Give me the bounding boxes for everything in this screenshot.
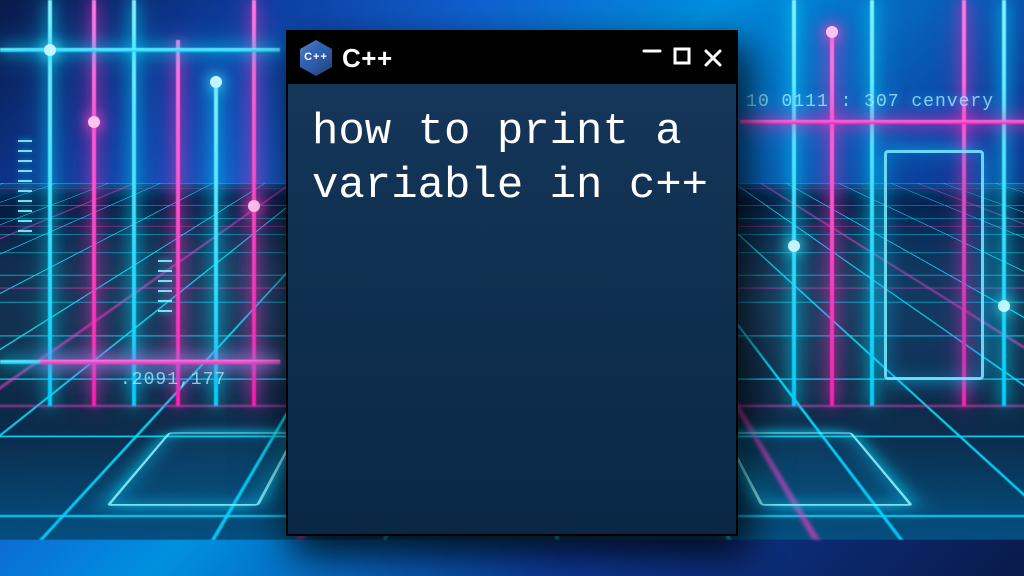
close-icon bbox=[702, 47, 724, 69]
neon-line bbox=[1002, 0, 1006, 406]
neon-line bbox=[48, 0, 52, 406]
neon-node bbox=[248, 200, 260, 212]
decorative-code-text: 10 0111 : 307 cenvery bbox=[746, 92, 994, 112]
ruler-ticks bbox=[158, 260, 172, 312]
ruler-ticks bbox=[18, 140, 32, 232]
maximize-icon bbox=[672, 46, 692, 66]
close-button[interactable] bbox=[702, 47, 724, 69]
neon-line bbox=[132, 0, 136, 406]
console-window: C++ C++ how to print a variable bbox=[286, 30, 738, 536]
neon-node bbox=[998, 300, 1010, 312]
maximize-button[interactable] bbox=[672, 46, 692, 70]
neon-node bbox=[44, 44, 56, 56]
neon-node bbox=[826, 26, 838, 38]
neon-line bbox=[214, 80, 218, 406]
console-content: how to print a variable in c++ bbox=[288, 84, 736, 534]
minimize-icon bbox=[642, 41, 662, 61]
neon-line bbox=[40, 360, 280, 364]
neon-line bbox=[830, 30, 834, 406]
neon-line bbox=[740, 120, 1024, 124]
window-title: C++ bbox=[342, 43, 393, 74]
minimize-button[interactable] bbox=[642, 39, 662, 65]
neon-node bbox=[788, 240, 800, 252]
neon-line bbox=[92, 0, 96, 406]
neon-node bbox=[210, 76, 222, 88]
cpp-logo-icon: C++ bbox=[300, 40, 332, 76]
decorative-code-text: .2091,177 bbox=[120, 370, 226, 390]
neon-node bbox=[88, 116, 100, 128]
neon-line bbox=[792, 0, 796, 406]
neon-panel bbox=[884, 150, 984, 380]
neon-line bbox=[0, 48, 280, 52]
window-controls bbox=[642, 45, 724, 71]
titlebar[interactable]: C++ C++ bbox=[288, 32, 736, 84]
neon-line bbox=[870, 0, 874, 406]
neon-line bbox=[176, 40, 180, 406]
